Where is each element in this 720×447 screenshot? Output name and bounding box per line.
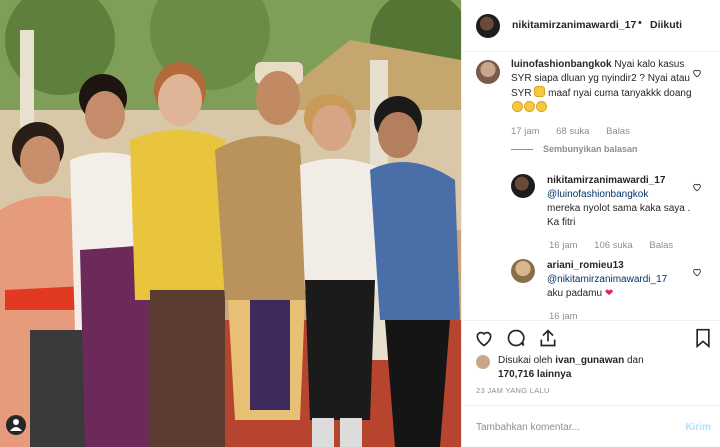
action-bar bbox=[462, 320, 720, 354]
bookmark-icon[interactable] bbox=[694, 328, 712, 348]
cat-emoji-icon bbox=[534, 86, 546, 97]
likes-count-link[interactable]: 170,716 lainnya bbox=[498, 369, 571, 380]
heart-icon[interactable] bbox=[474, 328, 494, 348]
commenter-username[interactable]: nikitamirzanimawardi_17 bbox=[547, 174, 697, 188]
hide-replies-link[interactable]: Sembunyikan balasan bbox=[511, 144, 638, 154]
comment-body-continued: maaf nyai cuma tanyakkk doang bbox=[548, 88, 692, 99]
emoji-icon bbox=[536, 101, 547, 112]
post-comment-button[interactable]: Kirim bbox=[685, 422, 711, 433]
comment-like-heart-icon[interactable] bbox=[692, 267, 702, 277]
emoji-icon bbox=[512, 101, 523, 112]
emoji-icon bbox=[524, 101, 535, 112]
post-photo[interactable] bbox=[0, 0, 461, 447]
person-tag-icon[interactable] bbox=[6, 415, 26, 435]
post-header: nikitamirzanimawardi_17 • Diikuti bbox=[462, 0, 720, 52]
reply-body: aku padamu bbox=[547, 288, 603, 299]
comment-icon[interactable] bbox=[506, 328, 526, 348]
comment-meta: 16 jam 106 suka Balas bbox=[549, 240, 687, 251]
comment-meta: 16 jam bbox=[549, 311, 592, 320]
comment-like-heart-icon[interactable] bbox=[692, 182, 702, 192]
author-avatar[interactable] bbox=[476, 14, 500, 38]
comment-meta: 17 jam 68 suka Balas bbox=[511, 126, 644, 137]
liked-by-prefix: Disukai oleh bbox=[498, 355, 553, 366]
post-panel: nikitamirzanimawardi_17 • Diikuti luinof… bbox=[461, 0, 720, 447]
comment-text: luinofashionbangkok Nyai kalo kasus SYR … bbox=[511, 58, 696, 116]
comments-list[interactable]: luinofashionbangkok Nyai kalo kasus SYR … bbox=[462, 53, 720, 320]
reply-text: nikitamirzanimawardi_17 @luinofashionban… bbox=[547, 174, 697, 230]
commenter-username[interactable]: ariani_romieu13 bbox=[547, 259, 697, 273]
commenter-username[interactable]: luinofashionbangkok bbox=[511, 59, 612, 70]
reply-body: mereka nyolot sama kaka saya . Ka fitri bbox=[547, 203, 691, 228]
reply-text: ariani_romieu13 @nikitamirzanimawardi_17… bbox=[547, 259, 697, 301]
liked-by-joiner: dan bbox=[626, 355, 644, 366]
reply-link[interactable]: Balas bbox=[649, 240, 673, 251]
follow-status-button[interactable]: Diikuti bbox=[650, 19, 682, 31]
liked-by-text: Disukai oleh ivan_gunawan dan 170,716 la… bbox=[498, 354, 713, 382]
comment-time: 16 jam bbox=[549, 240, 578, 251]
mention-link[interactable]: @nikitamirzanimawardi_17 bbox=[547, 273, 697, 287]
commenter-avatar[interactable] bbox=[511, 174, 535, 198]
red-heart-icon: ❤ bbox=[604, 288, 614, 299]
photo-illustration bbox=[0, 0, 461, 447]
header-separator: • bbox=[638, 17, 642, 29]
comment-like-heart-icon[interactable] bbox=[692, 68, 702, 78]
comment-input[interactable]: Tambahkan komentar... bbox=[476, 422, 580, 433]
commenter-avatar[interactable] bbox=[476, 60, 500, 84]
post-timestamp[interactable]: 23 JAM YANG LALU bbox=[476, 386, 550, 395]
comment-likes[interactable]: 68 suka bbox=[556, 126, 589, 137]
mention-link[interactable]: @luinofashionbangkok bbox=[547, 188, 697, 202]
liker-avatar[interactable] bbox=[476, 355, 490, 369]
share-icon[interactable] bbox=[538, 328, 558, 348]
comment-time: 16 jam bbox=[549, 311, 578, 320]
commenter-avatar[interactable] bbox=[511, 259, 535, 283]
comment-time: 17 jam bbox=[511, 126, 540, 137]
comment-likes[interactable]: 106 suka bbox=[594, 240, 633, 251]
add-comment-bar: Tambahkan komentar... Kirim bbox=[462, 405, 720, 447]
liker-username[interactable]: ivan_gunawan bbox=[555, 355, 624, 366]
author-username[interactable]: nikitamirzanimawardi_17 bbox=[512, 19, 636, 31]
reply-link[interactable]: Balas bbox=[606, 126, 630, 137]
